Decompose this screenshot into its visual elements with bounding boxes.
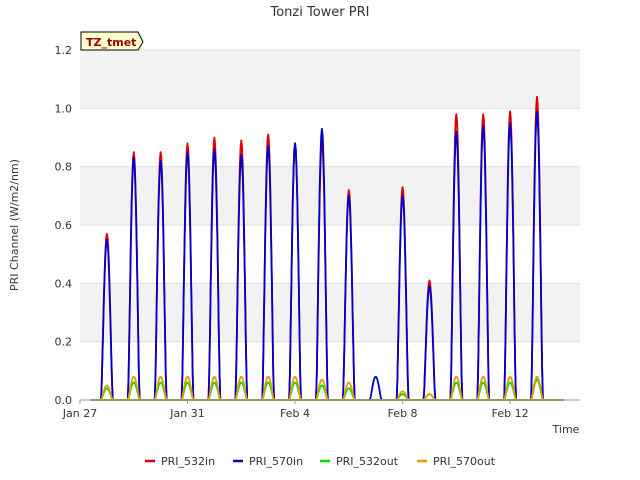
y-tick-label: 0.8 [55,161,73,174]
y-tick-label: 1.2 [55,44,73,57]
legend-entry: PRI_532out [336,455,399,468]
x-tick-label: Feb 12 [492,407,529,420]
site-tag: TZ_tmet [80,31,144,51]
x-tick-label: Feb 8 [388,407,418,420]
x-tick-label: Jan 27 [62,407,97,420]
y-axis-title: PRI Channel (W/m2/nm) [8,159,21,291]
x-tick-label: Jan 31 [169,407,204,420]
legend-entry: PRI_532in [161,455,215,468]
chart-title: Tonzi Tower PRI [270,5,370,20]
plot-band [80,166,580,225]
y-tick-label: 0.6 [55,219,73,232]
y-axis: 0.0 0.2 0.4 0.6 0.8 1.0 1.2 [55,44,73,407]
y-tick-label: 0.4 [55,277,73,290]
y-tick-label: 0.0 [55,394,73,407]
x-axis-title: Time [552,423,580,436]
site-tag-label: TZ_tmet [86,36,136,49]
plot-band [80,50,580,109]
x-axis: Jan 27 Jan 31 Feb 4 Feb 8 Feb 12 [62,399,580,420]
y-tick-label: 1.0 [55,102,73,115]
legend-entry: PRI_570in [249,455,303,468]
x-tick-label: Feb 4 [280,407,310,420]
plot-band [80,225,580,284]
legend-entry: PRI_570out [433,455,496,468]
legend: PRI_532in PRI_570in PRI_532out PRI_570out [145,455,496,468]
pri-chart: Tonzi Tower PRI 0.0 0.2 0.4 0.6 0.8 1.0 1.2 Ja… [8,5,580,468]
y-tick-label: 0.2 [55,336,73,349]
plot-band [80,108,580,167]
